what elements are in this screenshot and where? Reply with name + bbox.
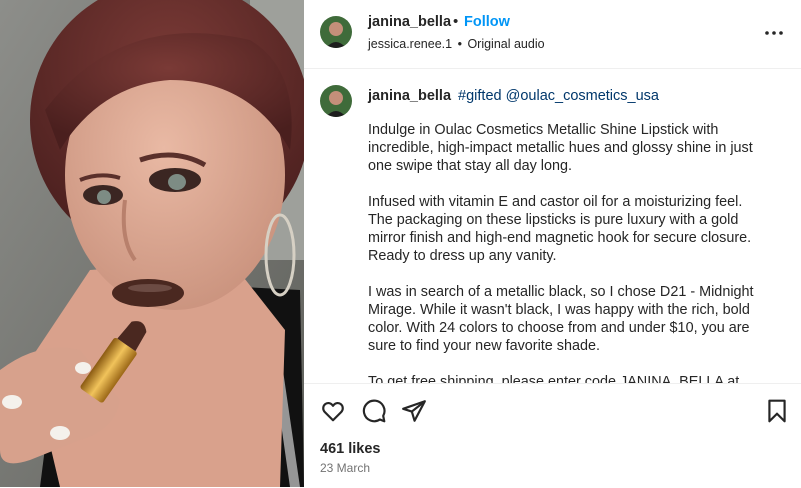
comment-icon[interactable] bbox=[361, 398, 387, 424]
caption-section: janina_bella #gifted @oulac_cosmetics_us… bbox=[304, 69, 801, 383]
avatar[interactable] bbox=[320, 16, 352, 48]
post-photo[interactable] bbox=[0, 0, 304, 487]
separator-dot: • bbox=[453, 13, 459, 30]
caption-username[interactable]: janina_bella bbox=[368, 88, 451, 104]
caption-paragraph: Infused with vitamin E and castor oil fo… bbox=[368, 194, 752, 264]
follow-button[interactable]: Follow bbox=[464, 14, 510, 30]
post-header: janina_bella • Follow jessica.renee.1 • … bbox=[304, 0, 801, 69]
caption-paragraph: Indulge in Oulac Cosmetics Metallic Shin… bbox=[368, 122, 753, 174]
instagram-post: janina_bella • Follow jessica.renee.1 • … bbox=[0, 0, 801, 487]
bookmark-icon[interactable] bbox=[764, 398, 790, 424]
audio-info: jessica.renee.1 • Original audio bbox=[368, 37, 545, 51]
more-options-icon[interactable] bbox=[764, 23, 784, 43]
share-icon[interactable] bbox=[401, 398, 427, 424]
audio-label[interactable]: Original audio bbox=[467, 37, 544, 51]
caption-header: janina_bella #gifted @oulac_cosmetics_us… bbox=[368, 88, 788, 104]
action-bar: 461 likes 23 March bbox=[304, 383, 801, 488]
post-details-panel: janina_bella • Follow jessica.renee.1 • … bbox=[304, 0, 801, 487]
mention-link[interactable]: @oulac_cosmetics_usa bbox=[506, 88, 659, 104]
hashtag-link[interactable]: #gifted bbox=[458, 88, 502, 104]
caption-avatar[interactable] bbox=[320, 85, 352, 117]
post-photo-image bbox=[0, 0, 304, 487]
heart-icon[interactable] bbox=[320, 398, 346, 424]
caption-text: Indulge in Oulac Cosmetics Metallic Shin… bbox=[368, 121, 768, 383]
audio-user-link[interactable]: jessica.renee.1 bbox=[368, 37, 452, 51]
audio-separator: • bbox=[457, 37, 462, 51]
post-author-username[interactable]: janina_bella bbox=[368, 14, 451, 30]
post-date[interactable]: 23 March bbox=[320, 461, 370, 475]
likes-count[interactable]: 461 likes bbox=[320, 441, 380, 457]
caption-paragraph: To get free shipping, please enter code … bbox=[368, 374, 740, 383]
caption-paragraph: I was in search of a metallic black, so … bbox=[368, 284, 754, 354]
